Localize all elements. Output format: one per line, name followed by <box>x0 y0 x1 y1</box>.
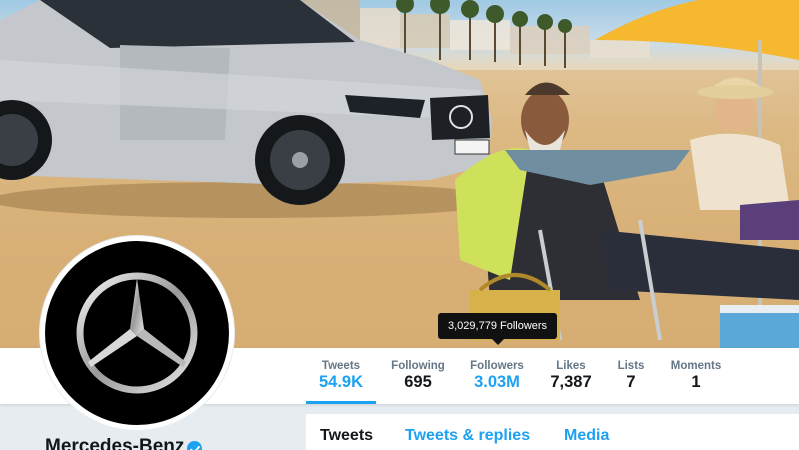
tab-media[interactable]: Media <box>564 427 609 445</box>
timeline-tabs: Tweets Tweets & replies Media <box>306 414 799 450</box>
profile-avatar[interactable] <box>40 236 234 430</box>
stat-following-label: Following <box>391 360 445 372</box>
stat-lists-value: 7 <box>626 373 636 391</box>
followers-tooltip: 3,029,779 Followers <box>438 313 558 345</box>
tab-tweets[interactable]: Tweets <box>320 427 373 445</box>
stat-followers[interactable]: Followers 3.03M <box>458 348 536 404</box>
stat-moments[interactable]: Moments 1 <box>664 348 728 404</box>
profile-name[interactable]: Mercedes-Benz <box>45 436 184 450</box>
stat-followers-value: 3.03M <box>474 373 520 391</box>
stat-moments-label: Moments <box>670 360 722 372</box>
tab-tweets-and-replies[interactable]: Tweets & replies <box>405 427 530 445</box>
stat-moments-value: 1 <box>691 373 701 391</box>
stat-lists[interactable]: Lists 7 <box>608 348 654 404</box>
stat-lists-label: Lists <box>617 360 645 372</box>
mercedes-star-logo <box>45 241 229 425</box>
stat-tweets[interactable]: Tweets 54.9K <box>306 348 376 404</box>
stat-followers-label: Followers <box>470 360 524 372</box>
stat-likes[interactable]: Likes 7,387 <box>542 348 600 404</box>
stat-likes-value: 7,387 <box>550 373 592 391</box>
stat-likes-label: Likes <box>556 360 586 372</box>
stat-tweets-label: Tweets <box>321 360 361 372</box>
verified-badge-icon <box>187 441 202 450</box>
stat-following[interactable]: Following 695 <box>383 348 453 404</box>
stat-tweets-value: 54.9K <box>318 373 364 391</box>
stat-following-value: 695 <box>404 373 432 391</box>
